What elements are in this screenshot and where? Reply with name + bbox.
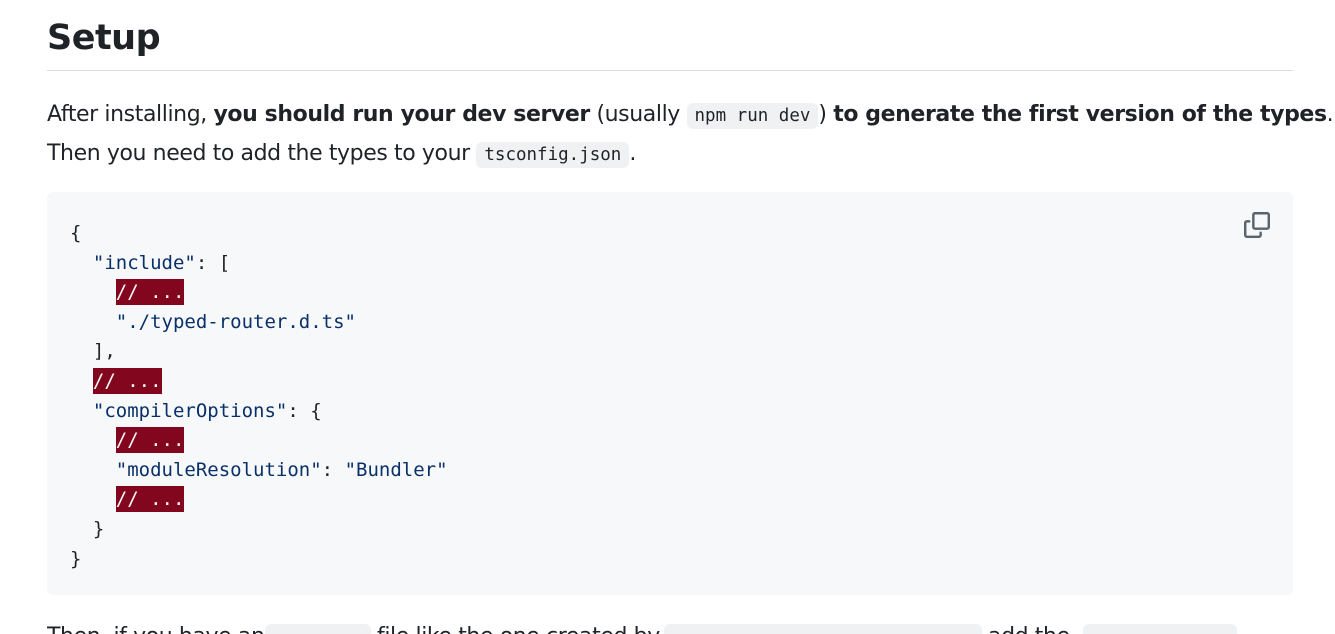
intro-text-2: (usually <box>589 102 687 127</box>
code-key: "compilerOptions" <box>92 399 288 422</box>
code-token: { <box>70 222 82 244</box>
code-line: // ... <box>70 485 448 515</box>
code-string: "./typed-router.d.ts" <box>115 310 356 333</box>
code-token: } <box>70 547 82 570</box>
inline-code-partial <box>1083 624 1237 634</box>
next-paragraph-partial: Then, if you have an file like the one c… <box>47 618 1297 634</box>
code-comment: // ... <box>115 486 185 513</box>
code-comment: // ... <box>92 367 162 394</box>
inline-code-npm-run-dev: npm run dev <box>686 103 819 129</box>
next-paragraph-text-start: Then, if you have an <box>47 618 265 634</box>
code-content: { "include": [ // ... "./typed-router.d.… <box>70 219 448 574</box>
intro-bold-2: to generate the first version of the typ… <box>833 102 1327 127</box>
code-token: ], <box>70 340 116 363</box>
code-line: } <box>70 545 448 575</box>
code-line: // ... <box>70 278 448 308</box>
code-line: ], <box>70 337 448 367</box>
code-key: "include" <box>92 251 196 274</box>
next-paragraph-text-end: add the <box>988 618 1070 634</box>
copy-icon <box>1244 212 1270 238</box>
code-comment: // ... <box>115 427 185 454</box>
next-paragraph-text-mid: file like the one created by <box>377 618 660 634</box>
code-token: } <box>70 517 105 540</box>
code-token: : [ <box>195 251 231 274</box>
inline-code-partial <box>664 624 982 634</box>
code-line: } <box>70 515 448 545</box>
inline-code-partial <box>265 624 371 634</box>
code-token: : { <box>287 399 322 422</box>
code-comment: // ... <box>115 279 185 306</box>
code-token: : <box>321 458 345 481</box>
code-line: // ... <box>70 426 448 456</box>
code-string: "Bundler" <box>344 458 448 481</box>
intro-text-4: . <box>1326 102 1334 127</box>
copy-button[interactable] <box>1241 209 1273 241</box>
code-line: "moduleResolution": "Bundler" <box>70 456 448 486</box>
intro-text-5: Then you need to add the types to your <box>47 141 477 166</box>
inline-code-tsconfig: tsconfig.json <box>476 142 630 168</box>
intro-text-6: . <box>629 141 636 166</box>
code-block: { "include": [ // ... "./typed-router.d.… <box>47 192 1293 595</box>
code-line: // ... <box>70 367 448 397</box>
section-heading: Setup <box>47 18 161 58</box>
intro-bold-1: you should run your dev server <box>213 102 590 127</box>
code-line: "./typed-router.d.ts" <box>70 308 448 338</box>
intro-text-1: After installing, <box>47 102 214 127</box>
intro-paragraph: After installing, you should run your de… <box>47 96 1334 174</box>
heading-divider <box>47 70 1293 71</box>
code-key: "moduleResolution" <box>115 458 322 481</box>
code-line: "compilerOptions": { <box>70 397 448 427</box>
code-line: { <box>70 219 448 249</box>
intro-text-3: ) <box>818 102 834 127</box>
code-line: "include": [ <box>70 249 448 279</box>
